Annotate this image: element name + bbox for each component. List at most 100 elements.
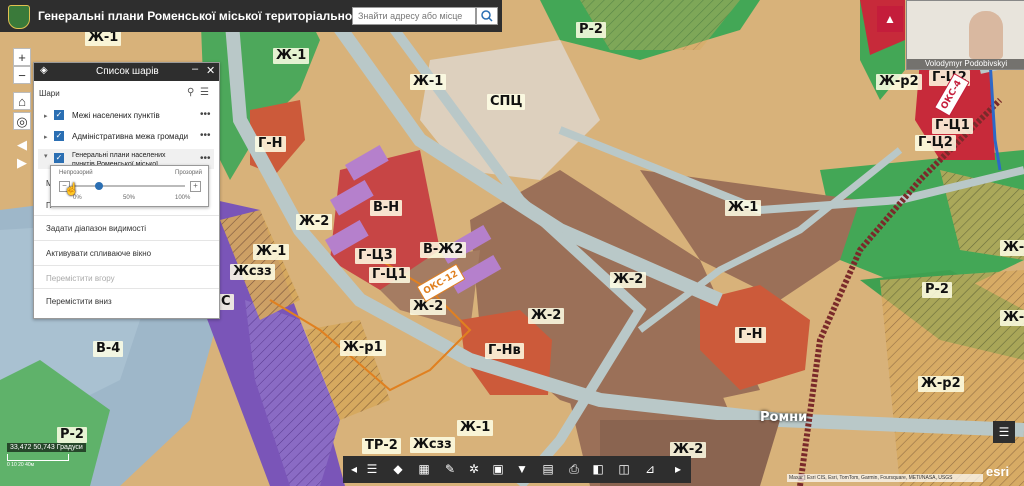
menu-item-label: Задати діапазон видимості — [46, 224, 147, 233]
menu-enable-popup[interactable]: Активувати спливаюче вікно — [34, 240, 219, 265]
zone-label: Ж-1 — [273, 48, 310, 64]
opacity-slider-track[interactable] — [73, 185, 185, 187]
zone-label: Г-Ц1 — [932, 118, 973, 134]
table-tool-button[interactable]: ▤ — [539, 460, 557, 478]
measure-tool-button[interactable]: ⊿ — [641, 460, 659, 478]
zoom-out-button[interactable]: − — [13, 66, 31, 84]
grid-icon: ▦ — [418, 462, 430, 476]
back-button[interactable]: ◀ — [13, 136, 31, 154]
opacity-slider-handle[interactable] — [95, 182, 103, 190]
locate-icon: ◎ — [16, 114, 28, 129]
analysis-tool-button[interactable]: ✲ — [465, 460, 483, 478]
zone-label: Жсзз — [230, 264, 275, 280]
zone-label: Ж-1 — [85, 30, 122, 46]
zone-label: Ж-2 — [528, 308, 565, 324]
forward-button[interactable]: ▶ — [13, 154, 31, 172]
minimize-button[interactable]: – — [192, 63, 198, 75]
layer-checkbox[interactable]: ✓ — [54, 153, 64, 163]
tick-label: 100% — [175, 195, 191, 201]
filter-list-icon[interactable]: ☰ — [200, 87, 209, 98]
bookmark-icon: ◧ — [592, 462, 604, 476]
arrow-left-icon: ◀ — [17, 137, 27, 152]
query-tool-button[interactable]: ▣ — [489, 460, 507, 478]
gear-icon: ✲ — [468, 462, 480, 476]
legend-tool-button[interactable]: ☰ — [363, 460, 381, 478]
zone-label: Г-Ц1 — [369, 267, 410, 283]
search-icon[interactable]: ⚲ — [187, 87, 194, 98]
list-icon: ☰ — [998, 425, 1010, 439]
panel-header: ◈ Список шарів – ✕ — [34, 63, 219, 81]
zone-label: В-4 — [93, 341, 124, 357]
expand-icon[interactable]: ▸ — [44, 112, 48, 120]
zone-label: В-Ж2 — [420, 242, 467, 258]
chevron-left-icon: ◂ — [350, 462, 358, 476]
zone-label: Ж-1 — [253, 244, 290, 260]
opacity-left-label: Непрозорий — [59, 170, 93, 176]
more-options-icon[interactable]: ••• — [200, 130, 211, 141]
zone-label: Г-Ц2 — [915, 135, 956, 151]
menu-move-up: Перемістити вгору — [34, 265, 219, 290]
opacity-right-label: Прозорий — [175, 170, 202, 176]
layers-icon: ◆ — [393, 462, 403, 476]
layers-tool-button[interactable]: ◆ — [389, 460, 407, 478]
basemap-gallery-button[interactable]: ▦ — [415, 460, 433, 478]
layer-item[interactable]: ▸ ✓ Адміністративна межа громади ••• — [38, 130, 214, 146]
zone-label: ТР-2 — [362, 438, 401, 454]
zone-label: Ж-р1 — [340, 340, 386, 356]
layers-icon: ◈ — [40, 65, 48, 76]
close-button[interactable]: ✕ — [206, 64, 215, 77]
zone-label: В-Н — [370, 200, 403, 216]
presenter-name: Volodymyr Podobivskyi — [907, 59, 1024, 69]
zone-label: С — [218, 294, 234, 310]
collapse-toolbar-button[interactable]: ◂ — [345, 460, 363, 478]
layer-checkbox[interactable]: ✓ — [54, 131, 64, 141]
zone-label: Ж-1 — [457, 420, 494, 436]
pencil-icon: ✎ — [444, 462, 456, 476]
zone-label: Ж-2 — [410, 299, 447, 315]
chevron-right-icon: ▸ — [674, 462, 682, 476]
zone-label: Ж-1 — [725, 200, 762, 216]
zone-label: Ж-р2 — [918, 376, 964, 392]
search-input[interactable]: Знайти адресу або місце — [352, 7, 476, 25]
video-overlay: Volodymyr Podobivskyi — [906, 0, 1024, 70]
legend-button[interactable]: ☰ — [993, 421, 1015, 443]
layer-item[interactable]: ▸ ✓ Межі населених пунктів ••• — [38, 109, 214, 125]
zoom-in-button[interactable]: + — [13, 48, 31, 66]
layer-name: Адміністративна межа громади — [72, 132, 189, 141]
collapse-icon[interactable]: ▾ — [44, 152, 48, 160]
layer-checkbox[interactable]: ✓ — [54, 110, 64, 120]
ruler-icon: ⊿ — [644, 462, 656, 476]
filter-icon: ▼ — [516, 462, 528, 476]
zone-label: Ж-2 — [610, 272, 647, 288]
menu-set-visibility-range[interactable]: Задати діапазон видимості — [34, 215, 219, 240]
zone-label: Ж-2 — [296, 214, 333, 230]
zone-label: Ж-1 — [1000, 310, 1024, 326]
locate-button[interactable]: ◎ — [13, 112, 31, 130]
zone-label: Ж-1 — [410, 74, 447, 90]
swipe-tool-button[interactable]: ◫ — [615, 460, 633, 478]
list-icon: ☰ — [366, 462, 378, 476]
more-options-icon[interactable]: ••• — [200, 109, 211, 120]
more-options-icon[interactable]: ••• — [200, 153, 211, 164]
filter-tool-button[interactable]: ▼ — [513, 460, 531, 478]
draw-tool-button[interactable]: ✎ — [441, 460, 459, 478]
search-button[interactable] — [476, 7, 498, 25]
increase-button[interactable]: + — [190, 181, 201, 192]
menu-item-label: Перемістити вниз — [46, 297, 112, 306]
print-tool-button[interactable]: ⎙ — [565, 460, 583, 478]
menu-item-label: Перемістити вгору — [46, 274, 115, 283]
menu-move-down[interactable]: Перемістити вниз — [34, 288, 219, 313]
arrow-right-icon: ▶ — [17, 155, 27, 170]
coat-of-arms-icon — [8, 5, 30, 29]
chart-icon: ▣ — [492, 462, 504, 476]
swipe-icon: ◫ — [618, 462, 630, 476]
home-button[interactable]: ⌂ — [13, 92, 31, 110]
basemap-toggle-button[interactable]: ▲ — [877, 6, 903, 32]
expand-icon[interactable]: ▸ — [44, 133, 48, 141]
zone-label: Р-2 — [922, 282, 952, 298]
bookmark-tool-button[interactable]: ◧ — [589, 460, 607, 478]
bottom-toolbar: ◂ ☰ ◆ ▦ ✎ ✲ ▣ ▼ ▤ ⎙ ◧ ◫ ⊿ ▸ — [343, 456, 691, 483]
expand-toolbar-button[interactable]: ▸ — [669, 460, 687, 478]
zone-label: Ж-1 — [1000, 240, 1024, 256]
esri-logo: esri — [986, 464, 1010, 479]
